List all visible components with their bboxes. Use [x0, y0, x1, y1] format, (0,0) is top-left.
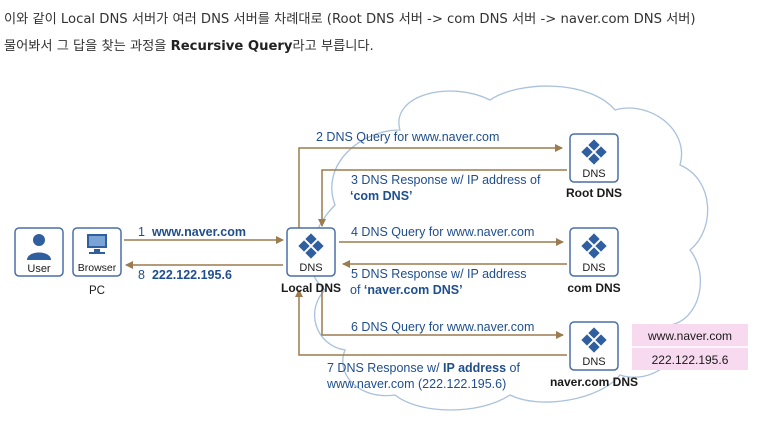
step-3-label-line2: ‘com DNS’ [350, 189, 413, 203]
naver-dns-box-label: DNS [582, 356, 605, 368]
dns-record-box: www.naver.com 222.122.195.6 [632, 324, 748, 370]
naver-dns-label: naver.com DNS [550, 375, 638, 389]
user-label: User [27, 263, 51, 275]
step-2-label: 2 DNS Query for www.naver.com [316, 130, 499, 144]
step-1-label: 1 www.naver.com [138, 225, 246, 239]
record-ip: 222.122.195.6 [652, 353, 729, 367]
com-dns-node: DNS [569, 227, 619, 277]
local-dns-node: DNS [286, 227, 336, 277]
naver-dns-node: DNS [569, 321, 619, 371]
recursive-query-diagram: User Browser PC DNS Local DNS DNS Root D… [14, 85, 748, 411]
step-5-label-line2: of ‘naver.com DNS’ [350, 283, 463, 297]
root-dns-node: DNS [569, 133, 619, 183]
record-domain: www.naver.com [647, 329, 732, 343]
step-3-label-line1: 3 DNS Response w/ IP address of [351, 173, 541, 187]
browser-node: Browser [72, 227, 122, 277]
com-dns-label: com DNS [567, 281, 620, 295]
step-7-label-line1: 7 DNS Response w/ IP address of [327, 361, 520, 375]
step-8-label: 8 222.122.195.6 [138, 268, 232, 282]
root-dns-box-label: DNS [582, 168, 605, 180]
step-7-label-line2: www.naver.com (222.122.195.6) [326, 377, 506, 391]
root-dns-label: Root DNS [566, 186, 622, 200]
step-5-label-line1: 5 DNS Response w/ IP address [351, 267, 527, 281]
step-4-label: 4 DNS Query for www.naver.com [351, 225, 534, 239]
pc-label: PC [89, 285, 105, 297]
browser-label: Browser [78, 262, 117, 274]
com-dns-box-label: DNS [582, 262, 605, 274]
arrow-step-2 [298, 144, 563, 228]
step-6-label: 6 DNS Query for www.naver.com [351, 320, 534, 334]
local-dns-label: Local DNS [281, 281, 341, 295]
local-dns-box-label: DNS [299, 262, 322, 274]
user-node: User [14, 227, 64, 277]
